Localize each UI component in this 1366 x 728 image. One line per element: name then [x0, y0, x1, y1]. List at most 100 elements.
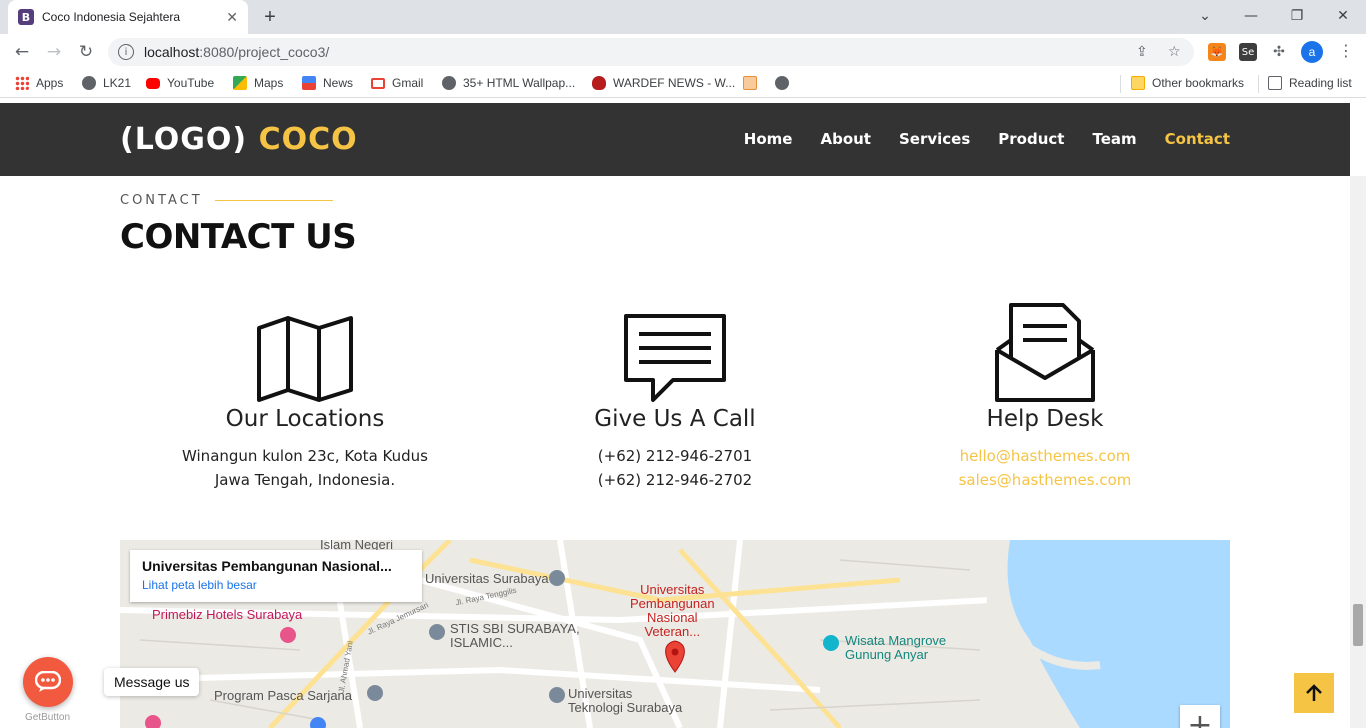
google-map-embed[interactable]: Islam Negeri Universitas Surabaya Primeb… — [120, 540, 1230, 728]
call-heading: Give Us A Call — [594, 406, 756, 432]
folder-icon — [1131, 76, 1145, 90]
browser-menu-icon[interactable]: ⋮ — [1338, 41, 1354, 60]
selenium-extension-icon[interactable]: Se — [1239, 43, 1257, 61]
url-path: :8080/project_coco3/ — [199, 44, 330, 60]
page-scrollbar[interactable] — [1350, 176, 1366, 728]
bookmark-wardef[interactable]: WARDEF NEWS - W... — [592, 76, 735, 90]
site-header: (LOGO) COCO Home About Services Product … — [0, 103, 1350, 176]
scrollbar-thumb[interactable] — [1353, 604, 1363, 646]
map-zoom-in-button[interactable]: + — [1180, 705, 1220, 728]
envelope-letter-icon — [860, 300, 1230, 404]
bookmark-news[interactable]: News — [302, 76, 353, 90]
reading-list[interactable]: Reading list — [1268, 76, 1352, 90]
extensions-puzzle-icon[interactable]: ✣ — [1270, 43, 1288, 61]
bookmarks-bar: Apps LK21 YouTube Maps News Gmail 35+ HT… — [0, 70, 1366, 98]
helpdesk-block: Help Desk hello@hasthemes.com sales@hast… — [860, 300, 1230, 492]
kicker-divider — [214, 200, 333, 201]
apps-grid-icon — [15, 76, 29, 90]
profile-avatar[interactable]: a — [1301, 41, 1323, 63]
globe-icon — [775, 76, 789, 90]
bookmark-youtube[interactable]: YouTube — [146, 76, 214, 90]
browser-tab[interactable]: B Coco Indonesia Sejahtera ✕ — [8, 0, 248, 34]
section-kicker: CONTACT — [120, 193, 333, 208]
bookmark-label: 35+ HTML Wallpap... — [463, 76, 576, 90]
logo-name: COCO — [258, 122, 358, 157]
email-sales-link[interactable]: sales@hasthemes.com — [860, 468, 1230, 492]
address-bar[interactable]: i localhost:8080/project_coco3/ ⇪ ☆ — [108, 38, 1194, 66]
reading-list-label: Reading list — [1289, 76, 1352, 90]
forward-arrow-icon[interactable]: → — [42, 40, 66, 64]
nav-team[interactable]: Team — [1092, 130, 1136, 148]
folder-art-icon — [743, 76, 757, 90]
message-us-tooltip[interactable]: Message us — [104, 668, 200, 696]
locations-block: Our Locations Winangun kulon 23c, Kota K… — [120, 300, 490, 492]
email-hello-link[interactable]: hello@hasthemes.com — [860, 444, 1230, 468]
call-block: Give Us A Call (+62) 212-946-2701 (+62) … — [490, 300, 860, 492]
bookmark-unnamed-1[interactable] — [743, 76, 764, 90]
wardef-icon — [592, 76, 606, 90]
map-icon — [120, 300, 490, 404]
bookmark-label: WARDEF NEWS - W... — [613, 76, 736, 90]
bookmark-label: News — [323, 76, 354, 90]
minimize-button[interactable]: — — [1228, 4, 1274, 28]
bookmark-separator — [1120, 75, 1121, 93]
bookmark-label: Apps — [36, 76, 64, 90]
main-nav: Home About Services Product Team Contact — [744, 130, 1230, 148]
arrow-up-icon — [1306, 684, 1322, 701]
reading-list-icon — [1268, 76, 1282, 90]
metamask-extension-icon[interactable]: 🦊 — [1208, 43, 1226, 61]
maps-icon — [233, 76, 247, 90]
map-place-card: Universitas Pembangunan Nasional... Liha… — [130, 550, 422, 602]
nav-services[interactable]: Services — [899, 130, 970, 148]
url-host: localhost — [144, 44, 200, 60]
bookmark-label: Maps — [254, 76, 284, 90]
bookmark-wallpapers[interactable]: 35+ HTML Wallpap... — [442, 76, 575, 90]
other-bookmarks[interactable]: Other bookmarks — [1131, 76, 1244, 90]
bootstrap-favicon-icon: B — [18, 9, 34, 25]
bookmark-apps[interactable]: Apps — [15, 76, 63, 90]
kicker-text: CONTACT — [120, 193, 203, 208]
helpdesk-heading: Help Desk — [986, 406, 1104, 432]
globe-icon — [442, 76, 456, 90]
tab-search-icon[interactable]: ⌄ — [1182, 4, 1228, 28]
phone-2[interactable]: (+62) 212-946-2702 — [490, 468, 860, 492]
youtube-icon — [146, 77, 160, 89]
page-title: CONTACT US — [120, 217, 357, 257]
share-icon[interactable]: ⇪ — [1136, 44, 1148, 60]
bookmark-lk21[interactable]: LK21 — [82, 76, 131, 90]
address-line-2: Jawa Tengah, Indonesia. — [214, 471, 396, 489]
nav-contact[interactable]: Contact — [1165, 130, 1230, 148]
gmail-icon — [371, 77, 385, 89]
url-text: localhost:8080/project_coco3/ — [144, 44, 329, 60]
phone-1[interactable]: (+62) 212-946-2701 — [490, 444, 860, 468]
getbutton-credit[interactable]: GetButton — [25, 712, 70, 723]
nav-product[interactable]: Product — [998, 130, 1064, 148]
site-info-icon[interactable]: i — [118, 44, 134, 60]
chat-icon — [35, 671, 61, 692]
nav-about[interactable]: About — [820, 130, 871, 148]
other-bookmarks-label: Other bookmarks — [1152, 76, 1245, 90]
bookmark-label: Gmail — [392, 76, 424, 90]
bookmark-unnamed-2[interactable] — [775, 76, 796, 90]
back-to-top-button[interactable] — [1294, 673, 1334, 713]
news-icon — [302, 76, 316, 90]
tab-close-icon[interactable]: ✕ — [226, 9, 238, 26]
bookmark-label: YouTube — [167, 76, 215, 90]
site-logo[interactable]: (LOGO) COCO — [120, 122, 358, 157]
address-line-1: Winangun kulon 23c, Kota Kudus — [182, 447, 428, 465]
reload-icon[interactable]: ↻ — [74, 40, 98, 64]
chat-widget-button[interactable] — [23, 657, 73, 707]
new-tab-button[interactable]: + — [258, 5, 282, 29]
tab-title: Coco Indonesia Sejahtera — [42, 10, 181, 24]
nav-home[interactable]: Home — [744, 130, 793, 148]
bookmark-gmail[interactable]: Gmail — [371, 76, 423, 90]
larger-map-link[interactable]: Lihat peta lebih besar — [142, 578, 410, 592]
back-arrow-icon[interactable]: ← — [10, 40, 34, 64]
bookmark-label: LK21 — [103, 76, 132, 90]
browser-toolbar: ← → ↻ i localhost:8080/project_coco3/ ⇪ … — [0, 34, 1366, 70]
close-window-button[interactable]: ✕ — [1320, 4, 1366, 28]
bookmark-maps[interactable]: Maps — [233, 76, 283, 90]
bookmark-separator — [1258, 75, 1259, 93]
restore-button[interactable]: ❐ — [1274, 4, 1320, 28]
bookmark-star-icon[interactable]: ☆ — [1168, 44, 1181, 60]
